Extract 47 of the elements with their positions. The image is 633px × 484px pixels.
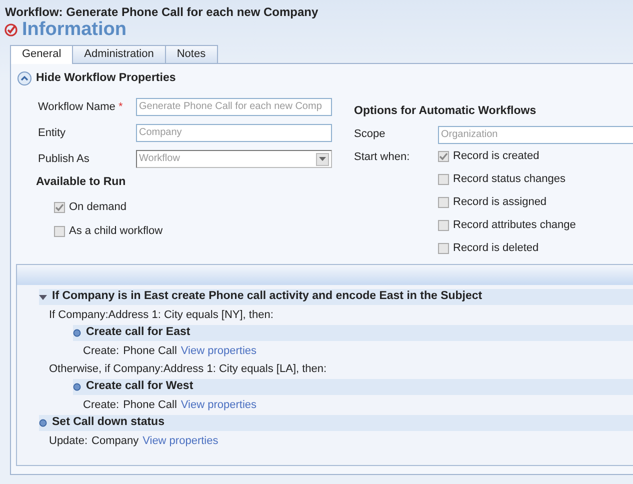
checkbox-label: On demand <box>69 200 126 216</box>
checkbox[interactable] <box>438 196 449 208</box>
checkmark-icon <box>4 23 18 37</box>
bullet-icon <box>73 383 81 391</box>
checkbox[interactable] <box>438 150 449 162</box>
view-properties-link[interactable]: View properties <box>180 343 257 360</box>
step-header[interactable]: Set Call down status <box>39 414 633 430</box>
bullet-icon <box>73 329 81 337</box>
page-heading: Information <box>22 19 126 41</box>
action-target: Company <box>92 434 139 448</box>
section-title: Options for Automatic Workflows <box>354 104 538 120</box>
field-label: Publish As <box>38 153 90 165</box>
window-title: Workflow: Generate Phone Call for each new Company <box>4 4 320 19</box>
checkbox-label: Record is created <box>453 148 540 164</box>
checkbox-label: As a child workflow <box>69 224 163 240</box>
step-header[interactable]: Create call for West <box>73 379 633 395</box>
checkbox[interactable] <box>54 202 65 213</box>
action-label: Update: <box>49 434 88 448</box>
action-target: Phone Call <box>123 344 177 359</box>
condition-text: Otherwise, if Company:Address 1: City equals [LA], then: <box>48 362 328 376</box>
checkbox[interactable] <box>438 242 449 254</box>
checkbox-label: Record is assigned <box>453 194 547 210</box>
action-label: Create: <box>83 398 120 413</box>
bullet-icon <box>39 418 47 426</box>
tab[interactable]: Administration <box>72 45 166 63</box>
checkbox-label: Record attributes change <box>453 218 576 233</box>
required-marker: * <box>118 101 123 113</box>
field-label: Workflow Name <box>38 101 116 113</box>
step-header[interactable]: Create call for East <box>73 325 633 341</box>
checkbox-label: Record is deleted <box>453 240 539 256</box>
section-toggle[interactable]: Hide Workflow Properties <box>11 64 176 88</box>
condition-text: If Company:Address 1: City equals [NY], then: <box>48 308 274 322</box>
checkbox-label: Record status changes <box>453 172 566 187</box>
step-header[interactable]: If Company is in East create Phone call activity and encode East in the Subject <box>39 288 633 304</box>
checkbox[interactable] <box>438 220 449 230</box>
action-target: Phone Call <box>123 398 177 413</box>
field-label: Entity <box>38 127 66 139</box>
checkbox[interactable] <box>54 226 65 237</box>
view-properties-link[interactable]: View properties <box>180 397 257 414</box>
tab[interactable]: General <box>10 45 74 64</box>
field-label: Scope <box>354 128 386 140</box>
action-label: Create: <box>83 344 120 359</box>
checkbox[interactable] <box>438 174 449 184</box>
field-label: Start when: <box>354 150 410 162</box>
view-properties-link[interactable]: View properties <box>142 432 218 449</box>
tab[interactable]: Notes <box>164 45 218 63</box>
section-title: Available to Run <box>36 175 127 190</box>
